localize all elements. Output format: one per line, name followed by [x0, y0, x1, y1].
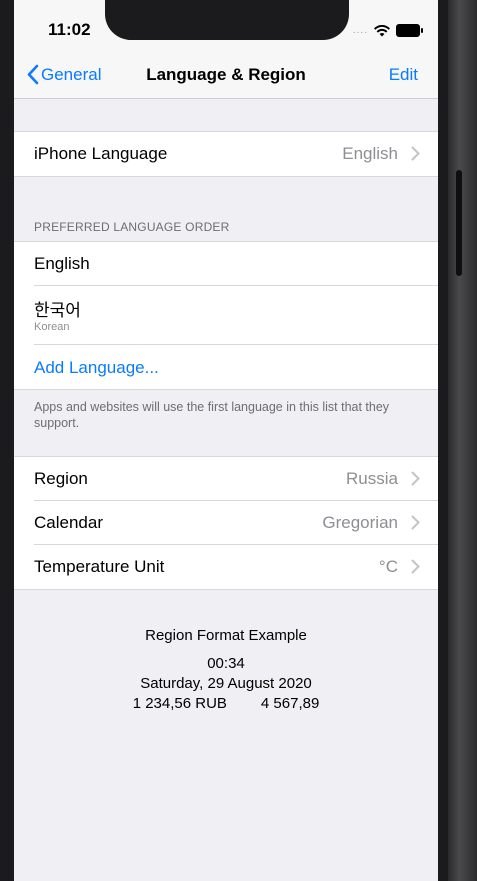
screen: 11:02 .... General Language & Region Edi…: [14, 0, 438, 881]
chevron-right-icon: [411, 559, 420, 574]
language-row-english[interactable]: English: [14, 242, 438, 286]
battery-icon: [396, 24, 423, 37]
page-title: Language & Region: [146, 65, 306, 84]
language-footer-note: Apps and websites will use the first lan…: [34, 400, 390, 430]
language-name: English: [34, 254, 90, 273]
add-language-row[interactable]: Add Language...: [14, 345, 438, 389]
language-subtitle: Korean: [34, 321, 70, 333]
region-settings-group: Region Russia Calendar Gregorian Tempera…: [14, 456, 438, 590]
preferred-language-header: PREFERRED LANGUAGE ORDER: [34, 220, 230, 234]
chevron-right-icon: [411, 471, 420, 486]
format-example-title: Region Format Example: [145, 627, 307, 644]
wifi-icon: [374, 24, 390, 36]
side-button: [456, 170, 462, 276]
calendar-label: Calendar: [34, 513, 103, 532]
navigation-bar: General Language & Region Edit: [14, 50, 438, 99]
language-name: 한국어: [34, 301, 81, 320]
calendar-row[interactable]: Calendar Gregorian: [14, 501, 438, 545]
calendar-value: Gregorian: [322, 513, 398, 532]
format-example-date: Saturday, 29 August 2020: [140, 675, 312, 692]
format-example-currency: 1 234,56 RUB: [132, 695, 227, 712]
preferred-language-group: English 한국어 Korean Add Language...: [14, 241, 438, 390]
iphone-language-value: English: [342, 144, 398, 163]
chevron-right-icon: [411, 515, 420, 530]
edit-button[interactable]: Edit: [389, 65, 418, 85]
region-label: Region: [34, 469, 88, 488]
status-bar: 11:02 ....: [14, 0, 438, 50]
status-icons: ....: [352, 24, 423, 37]
region-value: Russia: [346, 469, 398, 488]
chevron-right-icon: [411, 146, 420, 161]
format-example-number: 4 567,89: [260, 695, 320, 712]
format-example-numbers: 1 234,56 RUB 4 567,89: [14, 694, 438, 714]
region-row[interactable]: Region Russia: [14, 457, 438, 501]
iphone-language-label: iPhone Language: [34, 144, 168, 163]
temperature-unit-value: °C: [378, 557, 398, 576]
format-example-time: 00:34: [207, 655, 245, 672]
iphone-language-row[interactable]: iPhone Language English: [14, 132, 438, 176]
temperature-unit-label: Temperature Unit: [34, 557, 165, 576]
notch: [105, 0, 349, 40]
device-edge: [448, 0, 477, 881]
status-time: 11:02: [48, 20, 91, 39]
add-language-button[interactable]: Add Language...: [34, 358, 159, 378]
language-row-korean[interactable]: 한국어 Korean: [14, 286, 438, 345]
iphone-language-group: iPhone Language English: [14, 131, 438, 177]
signal-dots: ....: [352, 25, 368, 36]
temperature-unit-row[interactable]: Temperature Unit °C: [14, 545, 438, 589]
region-format-example: Region Format Example 00:34 Saturday, 29…: [14, 627, 438, 714]
